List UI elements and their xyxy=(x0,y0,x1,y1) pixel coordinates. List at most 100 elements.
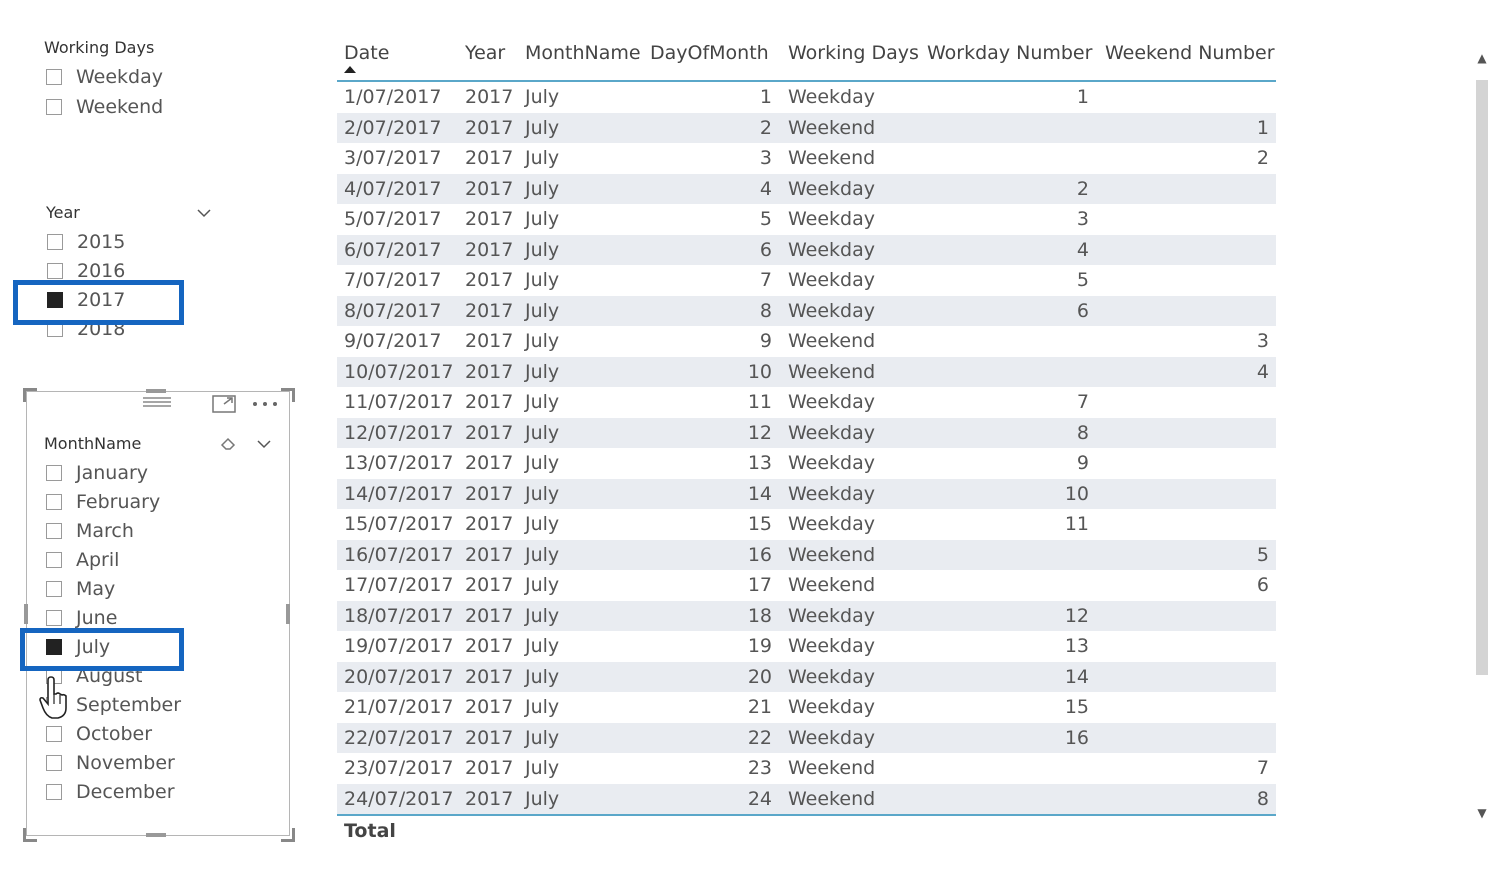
chevron-down-icon[interactable] xyxy=(197,208,211,218)
table-row: 17/07/2017 2017 July 17 Weekend 6 xyxy=(337,570,1276,601)
slicer-item[interactable]: November xyxy=(46,752,175,774)
col-dayofmonth-header[interactable]: DayOfMonth xyxy=(650,42,769,64)
col-year-cell: 2017 xyxy=(465,208,514,230)
table-row: 18/07/2017 2017 July 18 Weekday 12 xyxy=(337,600,1276,631)
resize-handle-bottom[interactable] xyxy=(146,833,166,837)
slicer-item[interactable]: April xyxy=(46,549,119,571)
col-monthname-cell: July xyxy=(525,330,560,352)
col-year-cell: 2017 xyxy=(465,452,514,474)
checkbox[interactable] xyxy=(46,99,62,115)
slicer-item-label: September xyxy=(76,694,182,716)
slicer-header: Working Days xyxy=(44,38,155,57)
col-working-days-cell: Weekday xyxy=(788,696,876,718)
resize-corner[interactable] xyxy=(23,388,37,402)
table-row: 5/07/2017 2017 July 5 Weekday 3 xyxy=(337,204,1276,235)
checkbox[interactable] xyxy=(46,523,62,539)
col-date-cell: 9/07/2017 xyxy=(344,330,442,352)
table-row: 19/07/2017 2017 July 19 Weekday 13 xyxy=(337,631,1276,662)
slicer-item[interactable]: December xyxy=(46,781,175,803)
col-workday-number-header[interactable]: Workday Number xyxy=(927,42,1092,64)
checkbox[interactable] xyxy=(47,263,63,279)
scroll-down-icon[interactable]: ▼ xyxy=(1474,805,1490,821)
table-row: 7/07/2017 2017 July 7 Weekday 5 xyxy=(337,265,1276,296)
col-dayofmonth-cell: 15 xyxy=(747,513,772,535)
chevron-down-icon[interactable] xyxy=(257,439,271,449)
slicer-item[interactable]: 2016 xyxy=(47,260,125,282)
drag-handle-icon[interactable] xyxy=(143,396,171,408)
col-workday-number-cell: 3 xyxy=(1076,208,1089,230)
resize-handle-left[interactable] xyxy=(24,604,28,624)
scroll-up-icon[interactable]: ▲ xyxy=(1474,50,1490,66)
scroll-thumb[interactable] xyxy=(1476,80,1488,675)
col-dayofmonth-cell: 22 xyxy=(747,726,772,749)
col-dayofmonth-cell: 20 xyxy=(747,665,772,688)
col-working-days-cell: Weekday xyxy=(788,238,876,261)
checkbox[interactable] xyxy=(47,234,63,250)
checkbox[interactable] xyxy=(46,465,62,481)
col-year-cell: 2017 xyxy=(465,116,514,139)
col-weekend-number-cell: 6 xyxy=(1256,574,1269,596)
slicer-item[interactable]: February xyxy=(46,491,160,513)
checkbox[interactable] xyxy=(46,552,62,568)
col-monthname-cell: July xyxy=(525,513,560,535)
slicer-item[interactable]: January xyxy=(46,462,148,484)
slicer-item[interactable]: June xyxy=(46,607,117,629)
slicer-item-label: November xyxy=(76,752,175,774)
table-row: 21/07/2017 2017 July 21 Weekday 15 xyxy=(337,692,1276,723)
slicer-item[interactable]: 2015 xyxy=(47,231,125,253)
col-weekend-number-header[interactable]: Weekend Number xyxy=(1105,42,1275,64)
table-row: 14/07/2017 2017 July 14 Weekday 10 xyxy=(337,478,1276,509)
slicer-item[interactable]: Weekend xyxy=(46,96,163,118)
slicer-item[interactable]: March xyxy=(46,520,134,542)
col-weekend-number-cell: 5 xyxy=(1256,543,1269,566)
resize-corner[interactable] xyxy=(281,388,295,402)
resize-handle-right[interactable] xyxy=(286,604,290,624)
col-working-days-header[interactable]: Working Days xyxy=(788,42,919,64)
slicer-item[interactable]: October xyxy=(46,723,152,745)
selection-highlight xyxy=(20,628,184,671)
col-dayofmonth-cell: 13 xyxy=(747,452,772,474)
table-row: 3/07/2017 2017 July 3 Weekend 2 xyxy=(337,143,1276,174)
hand-cursor-icon xyxy=(39,676,67,719)
col-year-cell: 2017 xyxy=(465,86,514,108)
table-row: 20/07/2017 2017 July 20 Weekday 14 xyxy=(337,661,1276,692)
slicer-item-label: April xyxy=(76,549,120,571)
col-monthname-cell: July xyxy=(525,86,560,108)
checkbox[interactable] xyxy=(46,581,62,597)
col-year-cell: 2017 xyxy=(465,696,514,718)
checkbox[interactable] xyxy=(46,610,62,626)
table-row: 16/07/2017 2017 July 16 Weekend 5 xyxy=(337,539,1276,570)
eraser-icon[interactable] xyxy=(219,434,237,452)
table-header: Date Year MonthName DayOfMonth Working Days W… xyxy=(337,36,1276,82)
slicer-item[interactable]: May xyxy=(46,578,115,600)
col-year-cell: 2017 xyxy=(465,726,514,749)
checkbox[interactable] xyxy=(46,755,62,771)
resize-corner[interactable] xyxy=(23,828,37,842)
checkbox[interactable] xyxy=(46,494,62,510)
slicer-item[interactable]: Weekday xyxy=(46,66,163,88)
col-workday-number-cell: 6 xyxy=(1076,299,1089,322)
col-working-days-cell: Weekday xyxy=(788,269,876,291)
col-working-days-cell: Weekday xyxy=(788,635,876,657)
col-monthname-header[interactable]: MonthName xyxy=(525,42,641,64)
checkbox[interactable] xyxy=(46,69,62,85)
col-year-cell: 2017 xyxy=(465,360,514,383)
col-date-cell: 13/07/2017 xyxy=(344,452,454,474)
col-date-cell: 24/07/2017 xyxy=(344,787,454,810)
resize-handle-top[interactable] xyxy=(146,389,166,393)
more-options-icon[interactable] xyxy=(251,400,279,408)
col-date-cell: 21/07/2017 xyxy=(344,696,454,718)
checkbox[interactable] xyxy=(46,784,62,800)
col-date-cell: 1/07/2017 xyxy=(344,86,442,108)
checkbox[interactable] xyxy=(46,726,62,742)
col-date-header[interactable]: Date xyxy=(344,42,389,64)
vertical-scrollbar[interactable]: ▲ ▼ xyxy=(1474,40,1490,835)
col-workday-number-cell: 2 xyxy=(1076,177,1089,200)
col-year-header[interactable]: Year xyxy=(465,42,505,64)
col-workday-number-cell: 14 xyxy=(1064,665,1089,688)
col-dayofmonth-cell: 3 xyxy=(759,147,772,169)
table-row: 6/07/2017 2017 July 6 Weekday 4 xyxy=(337,234,1276,265)
slicer-item-label: March xyxy=(76,520,134,542)
focus-mode-icon[interactable] xyxy=(212,394,236,414)
resize-corner[interactable] xyxy=(281,828,295,842)
